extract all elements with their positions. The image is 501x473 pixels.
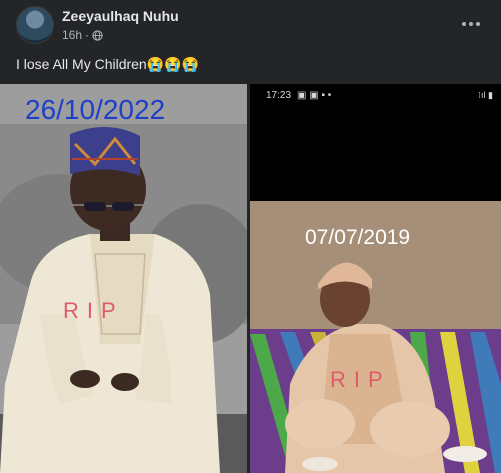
toddler-photo-illustration: [250, 201, 501, 473]
avatar[interactable]: [16, 6, 54, 44]
photo-grid: 26/10/2022 RIP 17:23 ▣ ▣ ▪ • ⁝ıl ▮ 07/07…: [0, 84, 501, 473]
post-caption: I lose All My Children: [16, 56, 147, 72]
more-dot-icon: [476, 22, 480, 26]
photo-left-rip: RIP: [63, 298, 124, 323]
meta-separator: ·: [85, 28, 90, 42]
photo-right[interactable]: 17:23 ▣ ▣ ▪ • ⁝ıl ▮ 07/07/2019 RIP: [250, 84, 501, 473]
post-text: I lose All My Children😭😭😭: [16, 56, 199, 73]
photo-right-date: 07/07/2019: [305, 226, 411, 249]
crying-emoji-icons: 😭😭😭: [146, 56, 200, 72]
photo-left-date: 26/10/2022: [25, 94, 166, 125]
post-time[interactable]: 16h: [62, 28, 82, 42]
globe-icon: [92, 29, 103, 41]
photo-left[interactable]: 26/10/2022 RIP: [0, 84, 247, 473]
post-header: Zeeyaulhaq Nuhu 16h ·: [0, 0, 501, 50]
photo-right-rip: RIP: [330, 367, 391, 392]
author-name[interactable]: Zeeyaulhaq Nuhu: [62, 8, 179, 24]
post-meta: 16h ·: [62, 28, 103, 42]
more-dot-icon: [462, 22, 466, 26]
more-dot-icon: [469, 22, 473, 26]
boy-photo-illustration: [0, 84, 247, 473]
more-options-button[interactable]: [457, 10, 485, 38]
